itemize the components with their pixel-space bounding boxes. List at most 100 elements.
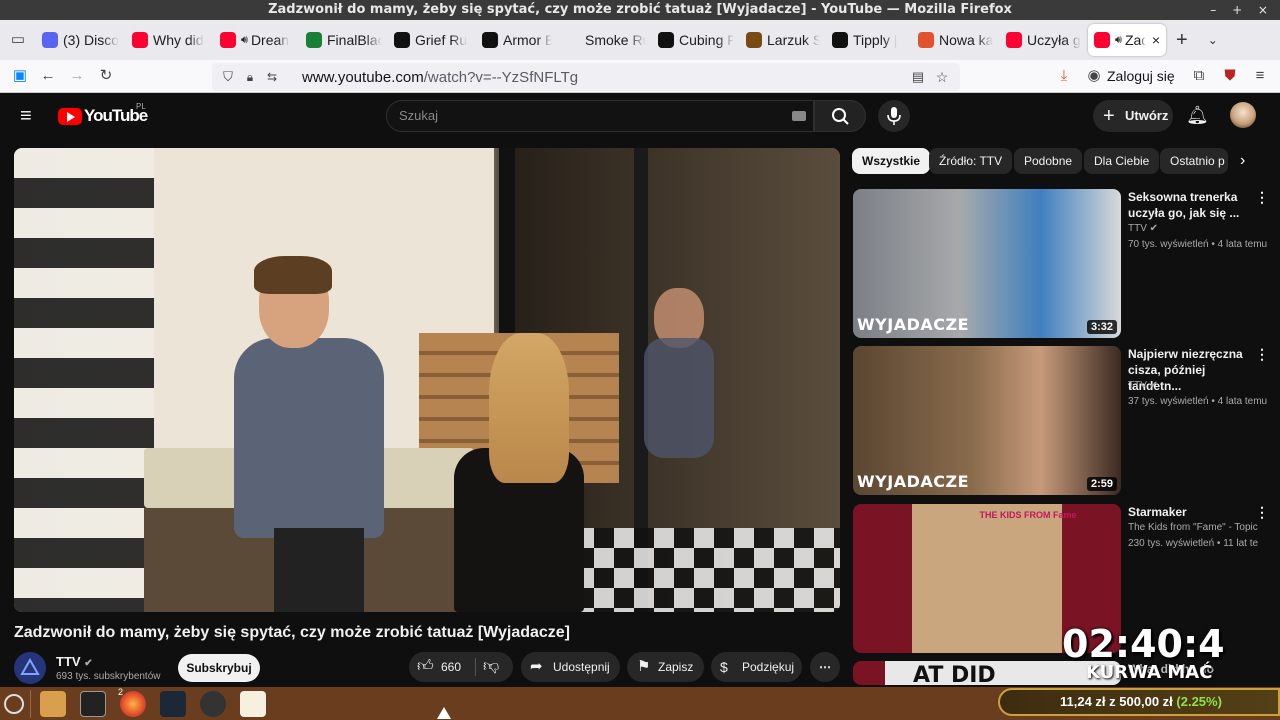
browser-tab[interactable]: Nowa ka xyxy=(912,24,1000,56)
browser-tab[interactable]: 🔊︎ Zad × xyxy=(1088,24,1166,56)
menu-icon[interactable]: ≡ xyxy=(1250,66,1270,86)
new-tab-button[interactable]: + xyxy=(1176,29,1188,52)
notifications-bell-icon[interactable]: 🔔︎ xyxy=(1186,105,1209,126)
signin-label[interactable]: Zaloguj się xyxy=(1107,68,1175,84)
browser-tab[interactable]: Larzuk S xyxy=(740,24,826,56)
more-options-icon[interactable]: ⋮ xyxy=(1255,189,1269,206)
more-actions-button[interactable]: ⋯ xyxy=(810,652,840,682)
related-title[interactable]: Seksowna trenerka uczyła go, jak się ... xyxy=(1128,189,1256,221)
text-editor-icon[interactable] xyxy=(240,691,266,717)
browser-tab[interactable]: (3) Disco xyxy=(36,24,126,56)
close-tab-icon[interactable]: × xyxy=(1152,32,1160,48)
lock-icon[interactable]: 🔒︎ xyxy=(240,67,260,87)
tab-audio-icon[interactable]: 🔊︎ xyxy=(241,34,248,47)
create-button[interactable]: + Utwórz xyxy=(1093,100,1173,132)
channel-name[interactable]: TTV ✔ xyxy=(56,654,93,669)
reload-icon[interactable]: ↻ xyxy=(96,66,116,86)
youtube-logo-icon[interactable] xyxy=(58,108,82,125)
related-channel[interactable]: TTV ✔ xyxy=(1128,223,1158,234)
window-controls[interactable]: – + × xyxy=(1210,0,1274,20)
tipply-icon xyxy=(832,32,848,48)
tab-strip: ▭ (3) Disco Why did 🔊︎ Drean FinalBlac Grief … xyxy=(0,20,1280,60)
terminal-icon[interactable] xyxy=(80,691,106,717)
extensions-icon[interactable]: ⧉ xyxy=(1189,66,1209,86)
permissions-icon[interactable]: ⇆ xyxy=(262,67,282,87)
browser-tab[interactable]: Smoke Run xyxy=(558,24,652,56)
related-channel[interactable]: The Kids from "Fame" - Topic xyxy=(1128,522,1258,533)
youtube-icon xyxy=(132,32,148,48)
browser-tab[interactable]: Grief Ru xyxy=(388,24,476,56)
tab-audio-icon[interactable]: 🔊︎ xyxy=(1115,34,1122,47)
related-thumbnail[interactable]: WYJADACZE 2:59 xyxy=(853,346,1121,495)
video-player[interactable] xyxy=(14,148,840,612)
duration-badge: 2:59 xyxy=(1086,477,1117,491)
filter-chip[interactable]: Ostatnio p xyxy=(1160,148,1228,174)
keyboard-icon[interactable] xyxy=(792,111,806,121)
thumbnail-text: AT DID xyxy=(913,663,996,685)
filter-chip[interactable]: Wszystkie xyxy=(852,148,931,174)
reader-view-icon[interactable]: ▤ xyxy=(908,67,928,87)
subscribe-button[interactable]: Subskrybuj xyxy=(178,654,260,682)
voice-search-button[interactable] xyxy=(878,100,910,132)
navigation-toolbar: ▣ ← → ↻ ⛉ 🔒︎ ⇆ www.youtube.com/watch?v=-… xyxy=(0,60,1280,93)
like-count[interactable]: 660 xyxy=(441,652,461,682)
obs-taskbar-icon[interactable] xyxy=(200,691,226,717)
downloads-icon[interactable]: ⤓ xyxy=(1054,66,1074,86)
tab-label: Nowa ka xyxy=(939,32,994,48)
files-icon[interactable] xyxy=(40,691,66,717)
verified-icon: ✔ xyxy=(1146,380,1159,391)
system-menu-icon[interactable] xyxy=(4,694,24,714)
more-options-icon[interactable]: ⋮ xyxy=(1255,504,1269,521)
url-text[interactable]: www.youtube.com/watch?v=--YzSfNFLTg xyxy=(302,69,578,86)
steam-taskbar-icon[interactable] xyxy=(160,691,186,717)
youtube-icon xyxy=(1094,32,1110,48)
bookmark-star-icon[interactable]: ☆ xyxy=(932,67,952,87)
tab-list-icon[interactable]: ▭ xyxy=(8,30,28,50)
verified-icon: ✔ xyxy=(84,658,93,669)
chevron-right-icon[interactable]: › xyxy=(1240,152,1245,170)
save-button[interactable]: ⚑ Zapisz xyxy=(627,652,704,682)
related-channel-name: The Kids from "Fame" - Topic xyxy=(1128,522,1258,533)
window-title: Zadzwonił do mamy, żeby się spytać, czy … xyxy=(268,2,1012,17)
browser-tab[interactable]: 🔊︎ Drean xyxy=(214,24,300,56)
search-button[interactable] xyxy=(814,100,866,132)
firefox-taskbar-icon[interactable]: 2 xyxy=(118,687,146,717)
back-icon[interactable]: ← xyxy=(38,66,58,86)
tab-label: Why did xyxy=(153,32,204,48)
account-icon[interactable]: ◉ xyxy=(1084,66,1104,86)
url-bar[interactable]: ⛉ 🔒︎ ⇆ www.youtube.com/watch?v=--YzSfNFL… xyxy=(212,63,960,91)
search-input[interactable]: Szukaj xyxy=(386,100,814,132)
bookmark-icon: ⚑ xyxy=(637,658,651,675)
firefox-icon xyxy=(918,32,934,48)
thanks-icon: $ xyxy=(720,659,728,675)
browser-tab[interactable]: Why did xyxy=(126,24,214,56)
shield-icon[interactable]: ⛉ xyxy=(218,67,238,87)
filter-chip[interactable]: Źródło: TTV xyxy=(929,148,1013,174)
browser-tab[interactable]: Cubing F xyxy=(652,24,740,56)
browser-tab[interactable]: Armor B xyxy=(476,24,558,56)
related-channel[interactable]: TTV ✔ xyxy=(1128,380,1158,391)
share-button[interactable]: ➦ Udostępnij xyxy=(521,652,620,682)
filter-chip[interactable]: Dla Ciebie xyxy=(1084,148,1160,174)
man-hair xyxy=(254,256,332,294)
thanks-button[interactable]: $ Podziękuj xyxy=(711,652,802,682)
like-icon[interactable]: 👍︎ xyxy=(417,652,434,682)
browser-tab[interactable]: Uczyła g xyxy=(1000,24,1088,56)
window-titlebar: Zadzwonił do mamy, żeby się spytać, czy … xyxy=(0,0,1280,20)
browser-tab[interactable]: Tipply | xyxy=(826,24,912,56)
tab-overflow-icon[interactable]: ⌄ xyxy=(1208,33,1218,47)
forward-icon[interactable]: → xyxy=(67,66,87,86)
filter-chip[interactable]: Podobne xyxy=(1014,148,1083,174)
ublock-icon[interactable]: ⛊ xyxy=(1220,66,1240,86)
channel-avatar[interactable] xyxy=(14,652,46,684)
sidebar-icon[interactable]: ▣ xyxy=(10,66,30,86)
related-title[interactable]: Starmaker xyxy=(1128,504,1256,520)
guide-menu-icon[interactable]: ≡ xyxy=(20,105,32,128)
more-options-icon[interactable]: ⋮ xyxy=(1255,346,1269,363)
dislike-icon[interactable]: 👎︎ xyxy=(483,652,499,682)
avatar[interactable] xyxy=(1230,102,1256,128)
wiki-icon xyxy=(746,32,762,48)
share-label: Udostępnij xyxy=(553,660,610,674)
browser-tab[interactable]: FinalBlac xyxy=(300,24,388,56)
related-thumbnail[interactable]: WYJADACZE 3:32 xyxy=(853,189,1121,338)
